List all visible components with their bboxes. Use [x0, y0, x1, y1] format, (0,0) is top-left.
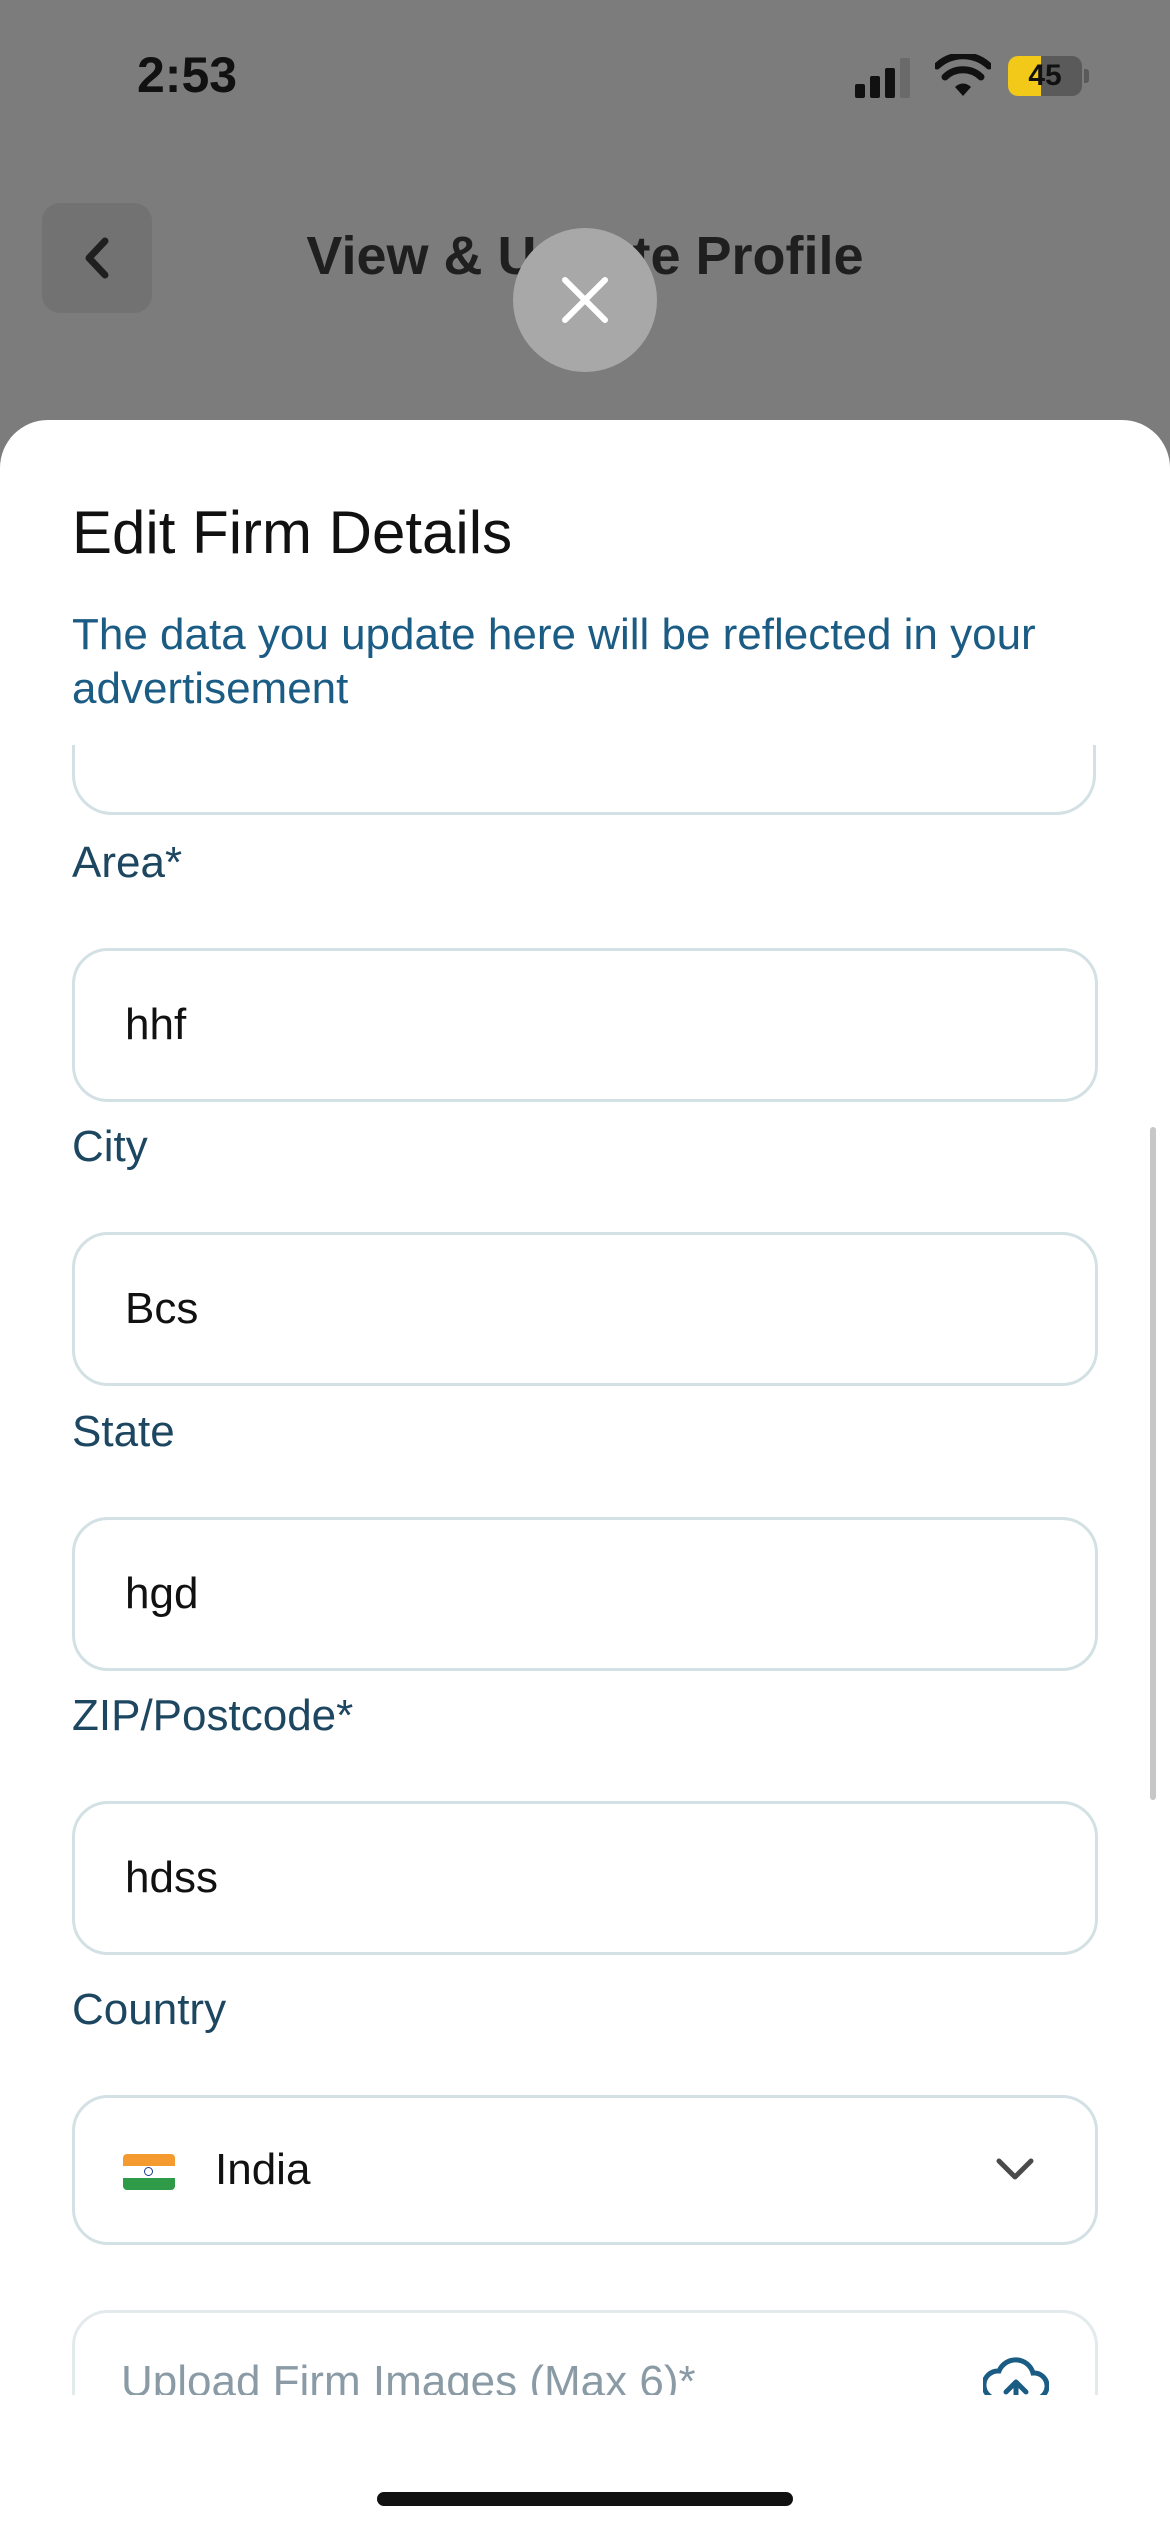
country-value: India: [215, 2145, 311, 2194]
country-select[interactable]: India: [72, 2095, 1098, 2245]
form-scroll-area[interactable]: Area* hhf City Bcs State hgd ZIP/Postcod…: [0, 745, 1170, 2395]
chevron-down-icon: [996, 2158, 1034, 2180]
zip-value: hdss: [125, 1853, 218, 1902]
wifi-icon: [935, 54, 991, 96]
cloud-upload-icon: [983, 2357, 1049, 2395]
edit-firm-sheet: Edit Firm Details The data you update he…: [0, 420, 1170, 2532]
signal-icon: [855, 58, 910, 98]
upload-placeholder: Upload Firm Images (Max 6)*: [121, 2357, 696, 2395]
state-value: hgd: [125, 1569, 199, 1618]
area-input[interactable]: hhf: [72, 948, 1098, 1102]
battery-percent: 45: [1028, 59, 1062, 92]
city-input[interactable]: Bcs: [72, 1232, 1098, 1386]
state-input[interactable]: hgd: [72, 1517, 1098, 1671]
country-label: Country: [72, 1985, 227, 2034]
zip-input[interactable]: hdss: [72, 1801, 1098, 1955]
home-indicator[interactable]: [377, 2492, 793, 2506]
close-button[interactable]: [513, 228, 657, 372]
city-label: City: [72, 1122, 148, 1171]
india-flag-icon: [123, 2154, 175, 2190]
upload-images-field[interactable]: Upload Firm Images (Max 6)*: [72, 2310, 1098, 2395]
battery-icon: 45: [1008, 56, 1089, 96]
sheet-subtitle: The data you update here will be reflect…: [72, 610, 1036, 713]
area-value: hhf: [125, 1000, 187, 1049]
status-bar: 2:53 45: [0, 0, 1170, 150]
zip-label: ZIP/Postcode*: [72, 1691, 354, 1740]
state-label: State: [72, 1407, 175, 1456]
sheet-title: Edit Firm Details: [72, 499, 513, 566]
previous-field[interactable]: [72, 745, 1096, 815]
area-label: Area*: [72, 838, 183, 887]
city-value: Bcs: [125, 1284, 199, 1333]
close-icon: [562, 277, 608, 323]
scrollbar[interactable]: [1150, 1127, 1156, 1800]
status-time: 2:53: [137, 47, 238, 103]
